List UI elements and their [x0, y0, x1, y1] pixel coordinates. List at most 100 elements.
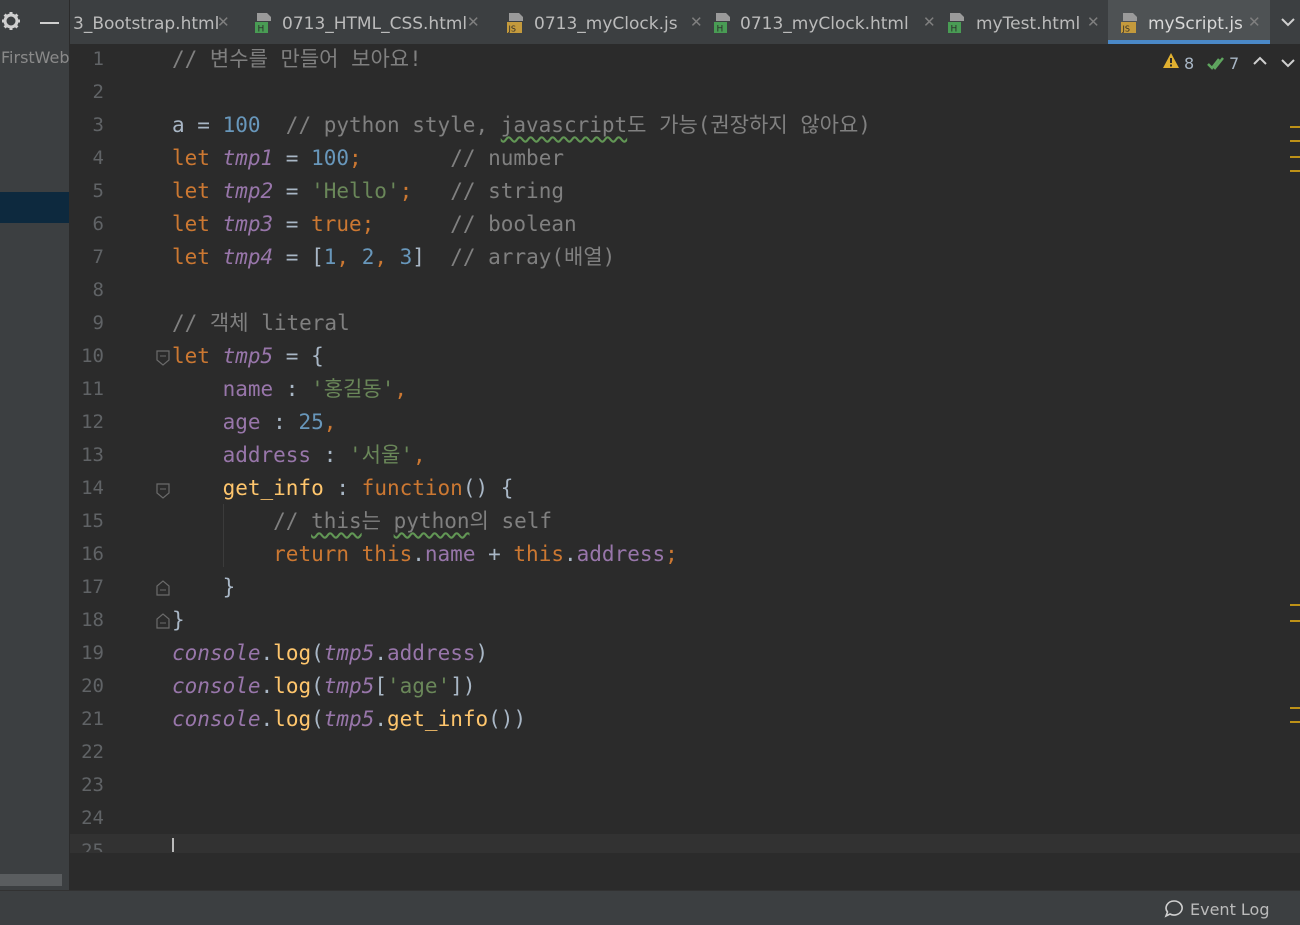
code-line[interactable]: }	[172, 604, 185, 637]
fold-open-icon[interactable]	[156, 483, 170, 499]
line-number[interactable]: 9	[70, 312, 104, 334]
code-line[interactable]: console.log(tmp5.get_info())	[172, 703, 526, 736]
error-stripe-mark[interactable]	[1290, 140, 1300, 142]
code-line[interactable]: let tmp1 = 100; // number	[172, 142, 564, 175]
svg-text:H: H	[717, 25, 724, 35]
line-number[interactable]: 6	[70, 213, 104, 235]
panel-horizontal-scrollbar[interactable]	[0, 874, 62, 886]
code-line[interactable]: name : '홍길동',	[172, 373, 407, 406]
line-number[interactable]: 24	[70, 807, 104, 829]
code-token: function	[361, 476, 463, 500]
line-number[interactable]: 18	[70, 609, 104, 631]
fold-close-icon[interactable]	[156, 613, 170, 629]
code-line[interactable]: }	[172, 571, 236, 604]
line-number[interactable]: 12	[70, 411, 104, 433]
code-line[interactable]: // 객체 literal	[172, 307, 350, 340]
code-token: :	[323, 476, 362, 500]
close-icon[interactable]: ✕	[1087, 13, 1100, 31]
code-line[interactable]: let tmp2 = 'Hello'; // string	[172, 175, 564, 208]
fold-open-icon[interactable]	[156, 350, 170, 366]
code-line[interactable]: age : 25,	[172, 406, 337, 439]
svg-text:JS: JS	[1122, 25, 1130, 34]
html-file-icon: H	[948, 13, 964, 34]
code-line[interactable]: let tmp3 = true; // boolean	[172, 208, 577, 241]
line-number[interactable]: 4	[70, 147, 104, 169]
line-number[interactable]: 13	[70, 444, 104, 466]
line-number[interactable]: 2	[70, 81, 104, 103]
code-line[interactable]: console.log(tmp5.address)	[172, 637, 488, 670]
code-line[interactable]: // this는 python의 self	[172, 505, 552, 538]
line-number[interactable]: 23	[70, 774, 104, 796]
code-line[interactable]: a = 100 // python style, javascript도 가능(…	[172, 109, 871, 142]
tab-bootstrap-html[interactable]: 3_Bootstrap.html ✕	[70, 0, 230, 44]
error-stripe-mark[interactable]	[1290, 156, 1300, 158]
line-number-gutter[interactable]: 1 2 3 4 5 6 7 8 9 10 11 12 13 14 15 16 17 18 19 20 21 22 23 24 2…	[70, 44, 122, 852]
error-stripe-mark[interactable]	[1290, 604, 1300, 606]
code-token: javascript	[500, 113, 628, 137]
tab-mytest-html[interactable]: H myTest.html ✕	[947, 0, 1103, 44]
event-log-icon[interactable]	[1164, 899, 1184, 919]
error-stripe-mark[interactable]	[1290, 620, 1300, 622]
editor-tab-bar: 3_Bootstrap.html ✕ H 0713_HTML_CSS.html …	[70, 0, 1300, 44]
line-number[interactable]: 25	[70, 840, 104, 852]
code-editor[interactable]: 1 2 3 4 5 6 7 8 9 10 11 12 13 14 15 16 17 18 19 20 21 22 23 24 2…	[70, 44, 1300, 852]
code-line[interactable]: return this.name + this.address;	[172, 538, 678, 571]
close-icon[interactable]: ✕	[690, 13, 703, 31]
tab-html-css-html[interactable]: H 0713_HTML_CSS.html ✕	[254, 0, 486, 44]
line-number[interactable]: 22	[70, 741, 104, 763]
tab-myscript-js[interactable]: JS myScript.js ✕	[1108, 0, 1270, 44]
code-line[interactable]: let tmp5 = {	[172, 340, 324, 373]
line-number[interactable]: 10	[70, 345, 104, 367]
editor-horizontal-scroll-area[interactable]	[70, 852, 1300, 891]
line-number[interactable]: 14	[70, 477, 104, 499]
close-icon[interactable]: ✕	[217, 13, 230, 31]
code-line[interactable]: console.log(tmp5['age'])	[172, 670, 476, 703]
html-file-icon: H	[714, 13, 730, 35]
tab-myclock-js[interactable]: JS 0713_myClock.js ✕	[506, 0, 706, 44]
code-token: +	[475, 542, 514, 566]
selected-tree-item[interactable]	[0, 192, 69, 223]
line-number[interactable]: 17	[70, 576, 104, 598]
error-stripe-mark[interactable]	[1290, 721, 1300, 723]
chevron-up-icon[interactable]	[1252, 55, 1268, 67]
chevron-down-icon[interactable]	[1280, 57, 1296, 69]
fold-close-icon[interactable]	[156, 580, 170, 596]
line-number[interactable]: 7	[70, 246, 104, 268]
line-number[interactable]: 11	[70, 378, 104, 400]
code-line[interactable]: address : '서울',	[172, 439, 426, 472]
code-token: 25	[298, 410, 324, 434]
code-line[interactable]: get_info : function() {	[172, 472, 514, 505]
project-root-label[interactable]: FirstWeb	[1, 48, 70, 67]
line-number[interactable]: 3	[70, 114, 104, 136]
error-stripe-mark[interactable]	[1290, 707, 1300, 709]
close-icon[interactable]: ✕	[467, 13, 480, 31]
hide-panel-icon[interactable]	[40, 22, 59, 24]
line-number[interactable]: 21	[70, 708, 104, 730]
code-token: address	[222, 443, 312, 467]
line-number[interactable]: 19	[70, 642, 104, 664]
event-log-label[interactable]: Event Log	[1190, 900, 1270, 919]
error-stripe-mark[interactable]	[1290, 170, 1300, 172]
chevron-down-icon[interactable]	[1276, 10, 1300, 34]
line-number[interactable]: 8	[70, 279, 104, 301]
error-stripe-mark[interactable]	[1290, 126, 1300, 128]
line-number[interactable]: 1	[70, 48, 104, 70]
code-token: ,	[374, 245, 400, 269]
line-number[interactable]: 20	[70, 675, 104, 697]
line-number[interactable]: 5	[70, 180, 104, 202]
close-icon[interactable]: ✕	[923, 13, 936, 31]
line-number[interactable]: 16	[70, 543, 104, 565]
line-number[interactable]: 15	[70, 510, 104, 532]
code-token: 도 가능(권장하지 않아요)	[627, 113, 871, 137]
code-line[interactable]: // 변수를 만들어 보아요!	[172, 44, 422, 76]
code-line[interactable]: let tmp4 = [1, 2, 3] // array(배열)	[172, 241, 615, 274]
code-token: [	[374, 674, 387, 698]
inspection-widget[interactable]: 8 7	[1150, 44, 1300, 80]
code-token: a =	[172, 113, 223, 137]
gear-icon[interactable]	[1, 11, 21, 31]
close-icon[interactable]: ✕	[1248, 13, 1261, 31]
double-check-icon[interactable]	[1206, 53, 1226, 73]
tab-myclock-html[interactable]: H 0713_myClock.html ✕	[713, 0, 941, 44]
warning-icon[interactable]	[1162, 52, 1180, 70]
code-token: return this	[273, 542, 413, 566]
